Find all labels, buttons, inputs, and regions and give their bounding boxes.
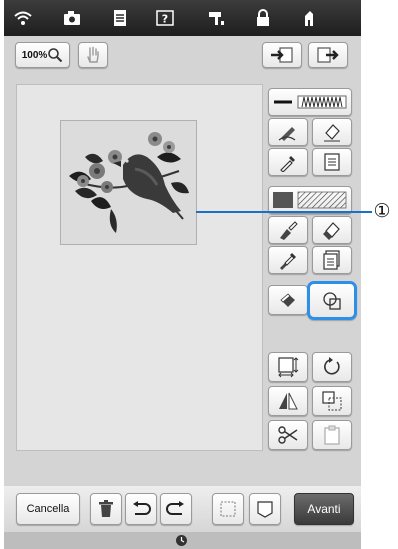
fill-style-icon: [273, 191, 347, 209]
device-screen: ? 100% Cancella Avanti: [4, 0, 361, 549]
sewing-mode-icon[interactable]: [205, 8, 227, 28]
stamp-button[interactable]: [268, 285, 308, 315]
stamp-icon: [280, 293, 295, 307]
lock-icon[interactable]: [252, 8, 274, 28]
bird-embroidery-image: [69, 132, 189, 233]
line-style-icon: [274, 95, 347, 109]
line-pen-button[interactable]: [268, 118, 308, 146]
zoom-button[interactable]: 100%: [15, 42, 70, 68]
zoom-level: 100%: [21, 49, 48, 61]
cancel-button[interactable]: Cancella: [16, 493, 80, 525]
list-icon: [324, 153, 340, 171]
list-fill-icon: [323, 250, 340, 270]
magnifier-icon: [48, 48, 63, 63]
overlap-shapes-icon: [323, 291, 341, 310]
next-label: Avanti: [307, 502, 341, 516]
camera-icon[interactable]: [61, 8, 83, 28]
fill-eraser-button[interactable]: [312, 216, 352, 244]
frame-icon: [257, 501, 273, 518]
eraser-icon: [324, 124, 340, 142]
embroidery-image[interactable]: [60, 120, 197, 245]
eyedropper-fill-icon: [280, 253, 296, 270]
undo-button[interactable]: [125, 493, 157, 525]
clipboard-icon: [324, 425, 340, 445]
line-dropper-button[interactable]: [268, 148, 308, 176]
dashed-select-icon: [220, 501, 236, 517]
fill-style-button[interactable]: [268, 186, 352, 214]
redo-button[interactable]: [160, 493, 192, 525]
pen-icon: [278, 127, 296, 141]
top-bar: ?: [4, 0, 361, 36]
undo-icon: [133, 501, 151, 515]
document-icon[interactable]: [109, 8, 131, 28]
delete-button[interactable]: [90, 493, 122, 525]
eyedropper-icon: [280, 156, 295, 172]
fill-dropper-button[interactable]: [268, 246, 308, 274]
help-icon[interactable]: ?: [154, 8, 176, 28]
cut-button[interactable]: [268, 420, 308, 450]
cancel-label: Cancella: [26, 503, 70, 515]
flip-icon: [279, 392, 298, 410]
wifi-icon[interactable]: [12, 8, 34, 28]
duplicate-icon: [322, 391, 342, 411]
flip-button[interactable]: [268, 386, 308, 416]
import-button[interactable]: [262, 42, 302, 68]
brush-icon: [280, 221, 298, 240]
select-area-button[interactable]: [307, 281, 357, 320]
clock-icon: [176, 535, 187, 546]
hand-button[interactable]: [78, 42, 108, 68]
import-icon: [271, 47, 293, 63]
export-button[interactable]: [308, 42, 348, 68]
home-icon[interactable]: [298, 8, 320, 28]
trash-icon: [99, 500, 113, 517]
callout-line: [196, 211, 372, 213]
select-all-button[interactable]: [212, 493, 244, 525]
fill-properties-button[interactable]: [312, 246, 352, 274]
rotate-button[interactable]: [312, 352, 352, 382]
next-button[interactable]: Avanti: [294, 493, 354, 525]
rotate-icon: [324, 357, 340, 375]
redo-icon: [166, 501, 184, 515]
size-button[interactable]: [268, 352, 308, 382]
status-bar: [4, 532, 361, 549]
callout-marker: ①: [373, 200, 391, 222]
background-button[interactable]: [249, 493, 281, 525]
svg-text:?: ?: [162, 13, 168, 26]
export-icon: [317, 47, 339, 63]
hand-icon: [87, 46, 99, 63]
scissors-icon: [278, 426, 298, 444]
line-properties-button[interactable]: [312, 148, 352, 176]
duplicate-button[interactable]: [312, 386, 352, 416]
line-eraser-button[interactable]: [312, 118, 352, 146]
line-style-button[interactable]: [268, 88, 352, 116]
paste-button[interactable]: [312, 420, 352, 450]
fill-brush-button[interactable]: [268, 216, 308, 244]
resize-icon: [278, 357, 299, 378]
eraser-fill-icon: [323, 222, 340, 240]
